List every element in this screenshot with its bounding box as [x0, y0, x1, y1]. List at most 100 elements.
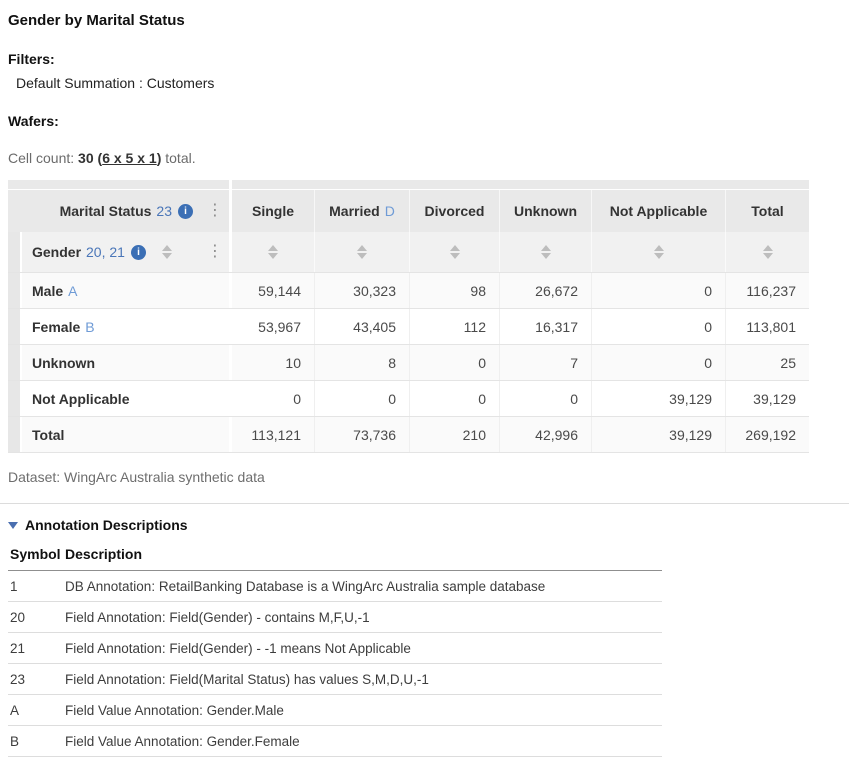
- sort-control[interactable]: [162, 245, 172, 259]
- data-cell: 113,801: [725, 309, 809, 344]
- data-cell: 269,192: [725, 417, 809, 452]
- cell-count-value: 30: [78, 150, 94, 166]
- cell-count-suffix: total.: [161, 150, 195, 166]
- annotation-description: DB Annotation: RetailBanking Database is…: [65, 579, 662, 594]
- row-label: MaleA: [22, 273, 229, 308]
- row-field-and-sort-row: Gender 20, 21 i ⋮: [8, 232, 809, 272]
- collapse-arrow-icon: [8, 522, 18, 529]
- annotation-table-header: Symbol Description: [8, 541, 662, 571]
- annotation-symbol: 20: [8, 610, 65, 625]
- column-field-annotation-refs: 23: [156, 203, 172, 219]
- cell-count-link[interactable]: 6 x 5 x 1: [102, 150, 157, 166]
- annotation-description: Field Value Annotation: Gender.Female: [65, 734, 662, 749]
- table-row-male: MaleA 59,144 30,323 98 26,672 0 116,237: [8, 272, 809, 308]
- row-label: Total: [22, 417, 229, 452]
- table-row-female: FemaleB 53,967 43,405 112 16,317 0 113,8…: [8, 308, 809, 344]
- annotation-table: Symbol Description 1 DB Annotation: Reta…: [8, 541, 662, 762]
- data-cell: 0: [591, 273, 725, 308]
- page-title: Gender by Marital Status: [8, 12, 841, 29]
- table-row-total: Total 113,121 73,736 210 42,996 39,129 2…: [8, 416, 809, 453]
- crosstab-table: Marital Status 23 i ⋮ Single MarriedD Di…: [8, 180, 809, 453]
- data-cell: 7: [499, 345, 591, 380]
- data-cell: 112: [409, 309, 499, 344]
- row-label: Unknown: [22, 345, 229, 380]
- annotation-row: 1 DB Annotation: RetailBanking Database …: [8, 571, 662, 602]
- data-cell: 30,323: [314, 273, 409, 308]
- annotation-ref-letter: B: [85, 319, 94, 335]
- column-header-divorced: Divorced: [409, 190, 499, 232]
- annotation-row: D Field Value Annotation: Marital Status…: [8, 757, 662, 762]
- row-label: FemaleB: [22, 309, 229, 344]
- data-cell: 0: [591, 309, 725, 344]
- table-top-strip: [8, 180, 809, 189]
- data-cell: 26,672: [499, 273, 591, 308]
- annotation-description: Field Annotation: Field(Gender) - -1 mea…: [65, 641, 662, 656]
- sort-control-single[interactable]: [232, 232, 314, 272]
- row-gutter: [8, 273, 20, 308]
- section-divider: [0, 503, 849, 504]
- column-header-married: MarriedD: [314, 190, 409, 232]
- annotation-ref-letter: A: [68, 283, 77, 299]
- annotation-row: 21 Field Annotation: Field(Gender) - -1 …: [8, 633, 662, 664]
- data-cell: 39,129: [591, 417, 725, 452]
- annotation-row: 20 Field Annotation: Field(Gender) - con…: [8, 602, 662, 633]
- annotation-section-title: Annotation Descriptions: [25, 517, 188, 533]
- column-header-row: Marital Status 23 i ⋮ Single MarriedD Di…: [8, 190, 809, 232]
- data-cell: 0: [499, 381, 591, 416]
- sort-control-unknown[interactable]: [499, 232, 591, 272]
- data-cell: 98: [409, 273, 499, 308]
- data-cell: 113,121: [232, 417, 314, 452]
- data-cell: 0: [409, 381, 499, 416]
- data-cell: 0: [232, 381, 314, 416]
- column-field-header: Marital Status 23 i ⋮: [8, 190, 229, 232]
- sort-control-total[interactable]: [725, 232, 809, 272]
- annotation-description: Field Value Annotation: Gender.Male: [65, 703, 662, 718]
- data-cell: 39,129: [591, 381, 725, 416]
- sort-control-not-applicable[interactable]: [591, 232, 725, 272]
- menu-ellipsis-icon[interactable]: ⋮: [207, 204, 223, 218]
- row-gutter: [8, 381, 20, 416]
- data-cell: 59,144: [232, 273, 314, 308]
- menu-ellipsis-icon[interactable]: ⋮: [207, 245, 223, 259]
- filters-label: Filters:: [8, 51, 841, 67]
- data-cell: 8: [314, 345, 409, 380]
- annotation-description: Field Annotation: Field(Marital Status) …: [65, 672, 662, 687]
- row-field-name: Gender: [32, 244, 81, 260]
- column-header-unknown: Unknown: [499, 190, 591, 232]
- cell-count-line: Cell count: 30 (6 x 5 x 1) total.: [8, 150, 841, 166]
- column-header-not-applicable: Not Applicable: [591, 190, 725, 232]
- data-cell: 42,996: [499, 417, 591, 452]
- column-header-single: Single: [232, 190, 314, 232]
- data-cell: 25: [725, 345, 809, 380]
- annotation-symbol: A: [8, 703, 65, 718]
- info-icon[interactable]: i: [131, 245, 146, 260]
- data-cell: 0: [409, 345, 499, 380]
- column-header-total: Total: [725, 190, 809, 232]
- data-cell: 43,405: [314, 309, 409, 344]
- data-cell: 116,237: [725, 273, 809, 308]
- wafers-label: Wafers:: [8, 113, 841, 129]
- data-cell: 10: [232, 345, 314, 380]
- annotation-symbol: 23: [8, 672, 65, 687]
- annotation-row: A Field Value Annotation: Gender.Male: [8, 695, 662, 726]
- data-cell: 53,967: [232, 309, 314, 344]
- annotation-ref-letter: D: [385, 203, 395, 219]
- annotation-descriptions-toggle[interactable]: Annotation Descriptions: [8, 517, 841, 533]
- table-row-unknown: Unknown 10 8 0 7 0 25: [8, 344, 809, 380]
- row-gutter: [8, 417, 20, 452]
- annotation-symbol: 1: [8, 579, 65, 594]
- sort-control-divorced[interactable]: [409, 232, 499, 272]
- row-gutter: [8, 345, 20, 380]
- annotation-symbol: 21: [8, 641, 65, 656]
- sort-control-married[interactable]: [314, 232, 409, 272]
- data-cell: 39,129: [725, 381, 809, 416]
- annotation-row: 23 Field Annotation: Field(Marital Statu…: [8, 664, 662, 695]
- data-cell: 16,317: [499, 309, 591, 344]
- row-gutter: [8, 232, 20, 272]
- row-field-header: Gender 20, 21 i ⋮: [22, 232, 229, 272]
- table-row-not-applicable: Not Applicable 0 0 0 0 39,129 39,129: [8, 380, 809, 416]
- row-gutter: [8, 309, 20, 344]
- annotation-row: B Field Value Annotation: Gender.Female: [8, 726, 662, 757]
- symbol-column-header: Symbol: [8, 546, 65, 562]
- info-icon[interactable]: i: [178, 204, 193, 219]
